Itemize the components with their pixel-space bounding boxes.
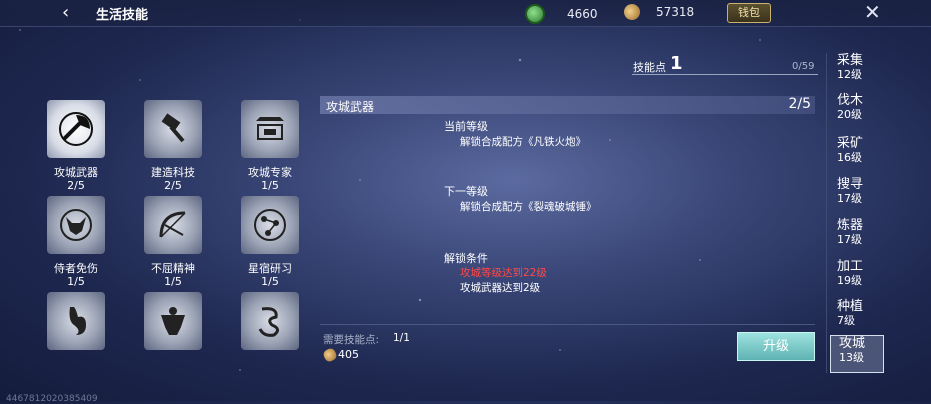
tab-mining[interactable]: 采矿 16级 bbox=[837, 136, 883, 172]
hammer-icon bbox=[144, 100, 202, 158]
wallet-button[interactable]: 钱包 bbox=[727, 3, 771, 23]
tab-level: 20级 bbox=[837, 108, 862, 121]
top-bar: ‹ 生活技能 4660 57318 钱包 ✕ bbox=[0, 0, 931, 27]
jade-currency: 4660 bbox=[525, 4, 598, 24]
next-level-desc: 解锁合成配方《裂魂破城锤》 bbox=[460, 201, 597, 213]
unlock-condition-1: 攻城等级达到22级 bbox=[460, 267, 547, 279]
fox-mask-icon bbox=[47, 196, 105, 254]
tab-level: 17级 bbox=[837, 233, 862, 246]
unlock-conditions-title: 解锁条件 bbox=[444, 252, 488, 265]
skill-name: 侍者免伤 bbox=[54, 262, 98, 275]
skill-level: 1/5 bbox=[67, 275, 85, 288]
detail-divider bbox=[320, 324, 815, 325]
unlock-condition-2: 攻城武器达到2级 bbox=[460, 282, 541, 294]
skill-name: 攻城专家 bbox=[248, 166, 292, 179]
fortress-icon bbox=[241, 100, 299, 158]
skill-level: 1/5 bbox=[164, 275, 182, 288]
jade-amount: 4660 bbox=[567, 7, 598, 21]
muscle-icon bbox=[144, 292, 202, 350]
skill-level: 1/5 bbox=[261, 275, 279, 288]
axe-icon bbox=[47, 100, 105, 158]
tab-planting[interactable]: 种植 7级 bbox=[837, 299, 883, 335]
detail-header: 攻城武器 2/5 bbox=[320, 96, 815, 114]
skill-star-study[interactable]: 星宿研习 1/5 bbox=[235, 196, 305, 288]
gold-currency: 57318 bbox=[621, 1, 695, 23]
gold-ingot-icon bbox=[322, 346, 338, 363]
skill-level: 1/5 bbox=[261, 179, 279, 192]
tab-level: 16级 bbox=[837, 151, 862, 164]
upgrade-cost-value: 405 bbox=[338, 348, 359, 361]
gold-amount: 57318 bbox=[656, 5, 695, 19]
skill-indomitable-spirit[interactable]: 不屈精神 1/5 bbox=[138, 196, 208, 288]
skill-level: 2/5 bbox=[164, 179, 182, 192]
skill-attendant-damage-reduction[interactable]: 侍者免伤 1/5 bbox=[41, 196, 111, 288]
upgrade-cost: 405 bbox=[322, 346, 359, 363]
tab-processing[interactable]: 加工 19级 bbox=[837, 259, 883, 295]
current-level-desc: 解锁合成配方《凡铁火炮》 bbox=[460, 136, 586, 148]
detail-skill-progress: 2/5 bbox=[788, 96, 811, 112]
tab-title: 采集 bbox=[837, 53, 864, 68]
tab-title: 攻城 bbox=[839, 336, 866, 351]
skill-points-underline bbox=[632, 74, 818, 75]
skill-row3-col2[interactable] bbox=[138, 292, 208, 350]
skill-siege-expert[interactable]: 攻城专家 1/5 bbox=[235, 100, 305, 192]
stomach-icon bbox=[47, 292, 105, 350]
tab-level: 19级 bbox=[837, 274, 862, 287]
skill-points-label: 技能点 bbox=[633, 61, 666, 74]
skill-name: 建造科技 bbox=[151, 166, 195, 179]
tab-level: 13级 bbox=[839, 351, 864, 364]
next-level-title: 下一等级 bbox=[444, 185, 488, 198]
skill-points-progress: 0/59 bbox=[792, 61, 815, 72]
tab-searching[interactable]: 搜寻 17级 bbox=[837, 177, 883, 213]
tab-title: 采矿 bbox=[837, 136, 864, 151]
skill-name: 星宿研习 bbox=[248, 262, 292, 275]
skill-name: 不屈精神 bbox=[151, 262, 195, 275]
tab-title: 炼器 bbox=[837, 218, 864, 233]
category-tabs: 采集 12级 伐木 20级 采矿 16级 搜寻 17级 炼器 17级 加工 19… bbox=[826, 53, 884, 373]
skill-level: 2/5 bbox=[67, 179, 85, 192]
tab-title: 伐木 bbox=[837, 93, 864, 108]
skill-siege-weapon[interactable]: 攻城武器 2/5 bbox=[41, 100, 111, 192]
detail-skill-name: 攻城武器 bbox=[326, 100, 375, 114]
skill-points-value: 1 bbox=[670, 53, 683, 74]
tab-logging[interactable]: 伐木 20级 bbox=[837, 93, 883, 129]
dragon-icon bbox=[241, 292, 299, 350]
page-title: 生活技能 bbox=[96, 8, 149, 23]
skill-name: 攻城武器 bbox=[54, 166, 98, 179]
skill-construction-tech[interactable]: 建造科技 2/5 bbox=[138, 100, 208, 192]
skill-row3-col3[interactable] bbox=[235, 292, 305, 350]
tab-title: 加工 bbox=[837, 259, 864, 274]
skill-row3-col1[interactable] bbox=[41, 292, 111, 350]
close-icon[interactable]: ✕ bbox=[864, 0, 881, 24]
upgrade-button[interactable]: 升级 bbox=[737, 332, 815, 361]
required-skill-points-label: 需要技能点: bbox=[323, 334, 380, 346]
player-id: 4467812020385409 bbox=[6, 394, 98, 404]
constellation-icon bbox=[241, 196, 299, 254]
tab-refining[interactable]: 炼器 17级 bbox=[837, 218, 883, 254]
current-level-title: 当前等级 bbox=[444, 120, 488, 133]
tab-level: 7级 bbox=[837, 314, 855, 327]
gold-ingot-icon bbox=[621, 1, 643, 23]
tab-siege[interactable]: 攻城 13级 bbox=[830, 335, 884, 373]
jade-coin-icon bbox=[525, 4, 545, 24]
tab-level: 12级 bbox=[837, 68, 862, 81]
tab-title: 种植 bbox=[837, 299, 864, 314]
tab-gathering[interactable]: 采集 12级 bbox=[837, 53, 883, 89]
tab-level: 17级 bbox=[837, 192, 862, 205]
tab-title: 搜寻 bbox=[837, 177, 864, 192]
required-skill-points-value: 1/1 bbox=[393, 332, 410, 344]
bow-icon bbox=[144, 196, 202, 254]
back-arrow-icon[interactable]: ‹ bbox=[62, 2, 69, 23]
